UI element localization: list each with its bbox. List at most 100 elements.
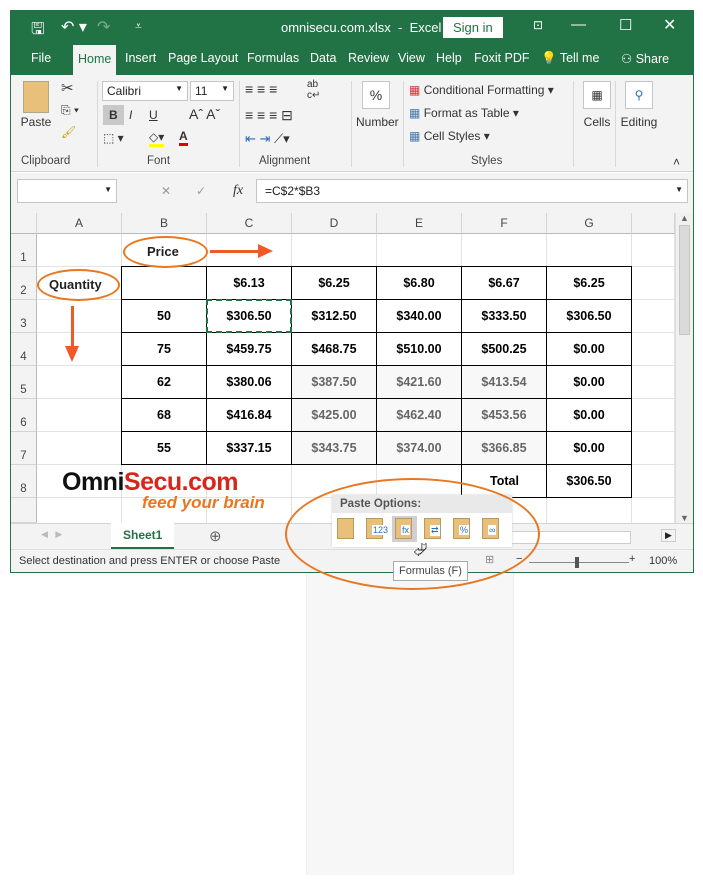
new-sheet-icon[interactable]: ⊕ bbox=[209, 527, 222, 545]
price-cell[interactable]: $6.25 bbox=[546, 266, 632, 300]
underline-button[interactable]: U bbox=[149, 108, 158, 122]
share-button[interactable]: ⚇ Share bbox=[621, 51, 669, 66]
zoom-level[interactable]: 100% bbox=[649, 555, 677, 567]
value-cell[interactable]: $468.75 bbox=[291, 332, 377, 366]
value-cell[interactable]: $510.00 bbox=[376, 332, 462, 366]
quantity-cell[interactable]: 75 bbox=[121, 332, 207, 366]
value-cell[interactable]: $366.85 bbox=[461, 431, 547, 465]
value-cell[interactable]: $462.40 bbox=[376, 398, 462, 432]
scroll-up-icon[interactable]: ▲ bbox=[676, 213, 693, 223]
tab-help[interactable]: Help bbox=[436, 51, 462, 65]
column-header[interactable]: G bbox=[547, 213, 632, 234]
customize-qat-icon[interactable]: ⩡ bbox=[135, 19, 142, 34]
value-cell[interactable]: $312.50 bbox=[291, 299, 377, 333]
row-header[interactable] bbox=[11, 498, 37, 523]
value-cell[interactable]: $453.56 bbox=[461, 398, 547, 432]
maximize-icon[interactable]: ☐ bbox=[619, 16, 632, 34]
value-cell[interactable]: $0.00 bbox=[546, 332, 632, 366]
font-size-select[interactable]: 11 ▼ bbox=[190, 81, 234, 101]
row-header[interactable]: 2 bbox=[11, 267, 37, 300]
tab-home[interactable]: Home bbox=[73, 45, 117, 75]
format-painter-icon[interactable]: 🖌 bbox=[61, 125, 76, 139]
ribbon-display-icon[interactable]: ⊡ bbox=[533, 18, 543, 32]
editing-button[interactable]: ⚲ Editing bbox=[617, 81, 661, 129]
collapse-ribbon-icon[interactable]: ˄ bbox=[673, 155, 680, 169]
name-box[interactable]: ▼ bbox=[17, 179, 117, 203]
cell-b2[interactable] bbox=[121, 266, 207, 300]
column-header[interactable] bbox=[632, 213, 675, 234]
row-header[interactable]: 7 bbox=[11, 432, 37, 465]
price-cell[interactable]: $6.25 bbox=[291, 266, 377, 300]
column-header[interactable]: A bbox=[37, 213, 122, 234]
total-value[interactable]: $306.50 bbox=[546, 464, 632, 498]
value-cell[interactable]: $387.50 bbox=[291, 365, 377, 399]
column-header[interactable]: C bbox=[207, 213, 292, 234]
fill-color-icon[interactable]: ◇▾ bbox=[149, 130, 165, 147]
align-center-icon[interactable]: ≡ ≡ ≡ ⊟ bbox=[245, 107, 293, 124]
redo-icon[interactable]: ↷ bbox=[97, 17, 110, 37]
scroll-right-icon[interactable]: ▶ bbox=[661, 529, 676, 542]
tab-foxit-pdf[interactable]: Foxit PDF bbox=[474, 51, 530, 65]
price-cell[interactable]: $6.80 bbox=[376, 266, 462, 300]
scroll-thumb[interactable] bbox=[679, 225, 690, 335]
value-cell[interactable]: $0.00 bbox=[546, 398, 632, 432]
tab-file[interactable]: File bbox=[31, 51, 51, 65]
format-as-table-button[interactable]: ▦ Format as Table ▾ bbox=[409, 106, 519, 120]
value-cell[interactable]: $416.84 bbox=[206, 398, 292, 432]
tab-formulas[interactable]: Formulas bbox=[247, 51, 299, 65]
zoom-in-icon[interactable]: + bbox=[629, 553, 635, 565]
quantity-cell[interactable]: 68 bbox=[121, 398, 207, 432]
zoom-slider-thumb[interactable] bbox=[575, 557, 579, 568]
price-cell[interactable]: $6.67 bbox=[461, 266, 547, 300]
tab-view[interactable]: View bbox=[398, 51, 425, 65]
row-header[interactable]: 1 bbox=[11, 234, 37, 267]
tab-page-layout[interactable]: Page Layout bbox=[168, 51, 238, 65]
formula-input[interactable]: =C$2*$B3 ▼ bbox=[256, 179, 688, 203]
value-cell[interactable]: $374.00 bbox=[376, 431, 462, 465]
row-header[interactable]: 3 bbox=[11, 300, 37, 333]
value-cell[interactable]: $459.75 bbox=[206, 332, 292, 366]
align-top-icon[interactable]: ≡ ≡ ≡ bbox=[245, 81, 277, 97]
enter-icon[interactable]: ✓ bbox=[196, 184, 206, 198]
number-button[interactable]: % Number bbox=[356, 81, 399, 129]
price-cell[interactable]: $6.13 bbox=[206, 266, 292, 300]
borders-icon[interactable]: ⬚ ▾ bbox=[103, 131, 124, 145]
value-cell[interactable]: $0.00 bbox=[546, 431, 632, 465]
font-name-select[interactable]: Calibri ▼ bbox=[102, 81, 188, 101]
row-header[interactable]: 5 bbox=[11, 366, 37, 399]
value-cell[interactable]: $425.00 bbox=[291, 398, 377, 432]
tab-insert[interactable]: Insert bbox=[125, 51, 156, 65]
tab-review[interactable]: Review bbox=[348, 51, 389, 65]
cell-styles-button[interactable]: ▦ Cell Styles ▾ bbox=[409, 129, 490, 143]
value-cell[interactable]: $306.50 bbox=[546, 299, 632, 333]
value-cell[interactable]: $421.60 bbox=[376, 365, 462, 399]
value-cell[interactable]: $0.00 bbox=[546, 365, 632, 399]
quantity-cell[interactable]: 50 bbox=[121, 299, 207, 333]
font-grow-icon[interactable]: Aˆ Aˇ bbox=[189, 106, 220, 122]
italic-button[interactable]: I bbox=[129, 108, 132, 122]
minimize-icon[interactable]: — bbox=[571, 16, 586, 33]
value-cell[interactable]: $337.15 bbox=[206, 431, 292, 465]
save-icon[interactable]: 🖫 bbox=[31, 18, 45, 45]
row-header[interactable]: 6 bbox=[11, 399, 37, 432]
sign-in-button[interactable]: Sign in bbox=[443, 17, 503, 38]
vertical-scrollbar[interactable]: ▲ ▼ bbox=[675, 213, 693, 523]
cells-button[interactable]: ▦ Cells bbox=[577, 81, 617, 129]
cancel-icon[interactable]: ✕ bbox=[161, 184, 171, 198]
sheet-tab-sheet1[interactable]: Sheet1 bbox=[111, 523, 175, 550]
value-cell[interactable]: $380.06 bbox=[206, 365, 292, 399]
quantity-cell[interactable]: 62 bbox=[121, 365, 207, 399]
value-cell[interactable]: $343.75 bbox=[291, 431, 377, 465]
tell-me[interactable]: 💡 Tell me bbox=[541, 51, 599, 66]
insert-function-icon[interactable]: fx bbox=[233, 183, 243, 199]
wrap-text-icon[interactable]: ab c↵ bbox=[307, 79, 320, 101]
value-cell[interactable]: $500.25 bbox=[461, 332, 547, 366]
value-cell[interactable]: $333.50 bbox=[461, 299, 547, 333]
column-header[interactable]: F bbox=[462, 213, 547, 234]
prev-sheet-icon[interactable]: ◀ ▶ bbox=[41, 529, 62, 540]
row-header[interactable]: 8 bbox=[11, 465, 37, 498]
column-header[interactable]: D bbox=[292, 213, 377, 234]
tab-data[interactable]: Data bbox=[310, 51, 336, 65]
bold-button[interactable]: B bbox=[103, 105, 124, 125]
column-header[interactable]: E bbox=[377, 213, 462, 234]
